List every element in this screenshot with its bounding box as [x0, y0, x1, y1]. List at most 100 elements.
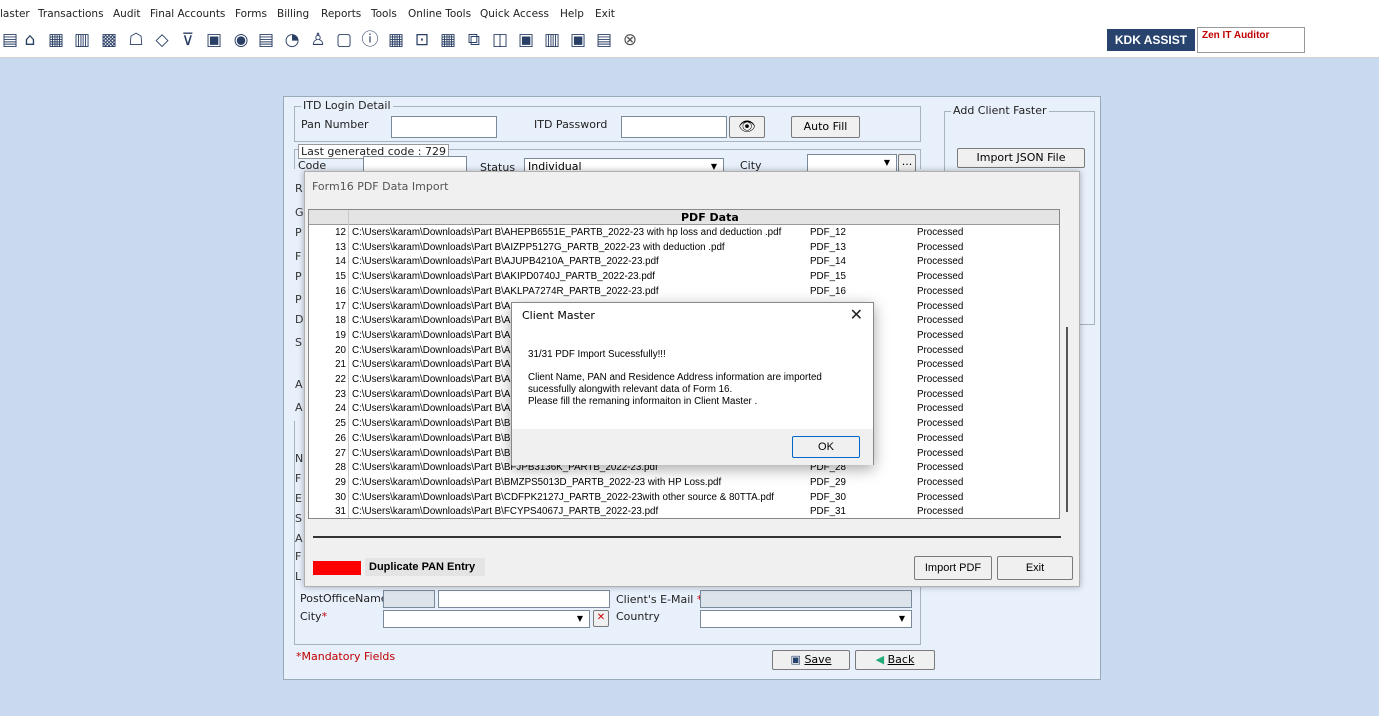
import-json-button[interactable]: Import JSON File	[957, 148, 1085, 168]
kdk-assist-button[interactable]: KDK ASSIST	[1107, 29, 1195, 51]
row-number: 14	[335, 256, 346, 268]
menu-billing[interactable]: Billing	[277, 8, 309, 20]
menu-forms[interactable]: Forms	[235, 8, 267, 20]
code-input[interactable]	[363, 156, 467, 172]
table-icon[interactable]: ▦	[386, 29, 406, 51]
status-cell: Processed	[917, 476, 964, 488]
file-path-cell: C:\Users\karam\Downloads\Part B\AIZPP512…	[352, 241, 725, 253]
export-icon[interactable]: ⊡	[412, 29, 432, 51]
edge-label: P	[295, 226, 302, 239]
copy-icon[interactable]: ⧉	[464, 29, 484, 51]
close-icon[interactable]: ⊗	[620, 29, 640, 51]
blank-icon[interactable]: ▢	[334, 29, 354, 51]
info-icon[interactable]: ⓘ	[360, 29, 380, 51]
form16-title: Form16 PDF Data Import	[312, 180, 449, 193]
doc-icon[interactable]: ▤	[0, 29, 20, 51]
table-row[interactable]: 29 C:\Users\karam\Downloads\Part B\BMZPS5…	[309, 476, 1059, 491]
edge-label: F	[295, 550, 302, 563]
chart-icon[interactable]: ▥	[72, 29, 92, 51]
menu-master[interactable]: laster	[0, 8, 30, 20]
save-button[interactable]: ▣ Save	[772, 650, 850, 670]
grid-icon[interactable]: ▦	[46, 29, 66, 51]
vertical-scrollbar[interactable]	[1066, 327, 1068, 512]
horizontal-scrollbar[interactable]	[313, 536, 1061, 538]
home-icon[interactable]: ⌂	[20, 29, 40, 51]
row-number: 26	[335, 432, 346, 444]
report-icon[interactable]: ▤	[594, 29, 614, 51]
table-row[interactable]: 16 C:\Users\karam\Downloads\Part B\AKLPA7…	[309, 285, 1059, 300]
row-number: 31	[335, 506, 346, 518]
menu-transactions[interactable]: Transactions	[38, 8, 104, 20]
scd-icon[interactable]: ▣	[568, 29, 588, 51]
country-select[interactable]: ▼	[700, 610, 912, 628]
menu-tools[interactable]: Tools	[371, 8, 397, 20]
row-number: 21	[335, 359, 346, 371]
zen-it-auditor-label[interactable]: Zen IT Auditor	[1197, 27, 1305, 53]
clone-icon[interactable]: ◫	[490, 29, 510, 51]
row-number: 24	[335, 403, 346, 415]
file-path-cell: C:\Users\karam\Downloads\Part B\AHEPB655…	[352, 227, 782, 238]
menu-quick-access[interactable]: Quick Access	[480, 8, 549, 20]
add-client-legend: Add Client Faster	[951, 104, 1049, 117]
table-row[interactable]: 14 C:\Users\karam\Downloads\Part B\AJUPB4…	[309, 255, 1059, 270]
tag-icon[interactable]: ◇	[152, 29, 172, 51]
city-more-button[interactable]: ...	[898, 154, 916, 172]
row-number: 20	[335, 344, 346, 356]
pan-number-input[interactable]	[391, 116, 497, 138]
row-number: 12	[335, 227, 346, 238]
chevron-down-icon: ▼	[898, 614, 906, 623]
filter-icon[interactable]: ⊽	[178, 29, 198, 51]
eye-icon[interactable]: 👁	[729, 116, 765, 138]
ok-button[interactable]: OK	[792, 436, 860, 458]
menu-online-tools[interactable]: Online Tools	[408, 8, 471, 20]
clear-city-icon[interactable]: ✕	[593, 610, 609, 627]
pay-icon[interactable]: ♙	[308, 29, 328, 51]
pdf-data-column-header[interactable]: PDF Data	[681, 211, 739, 224]
close-icon[interactable]: ✕	[850, 305, 863, 324]
table-row[interactable]: 15 C:\Users\karam\Downloads\Part B\AKIPD0…	[309, 270, 1059, 285]
bs-icon[interactable]: ▣	[516, 29, 536, 51]
import-pdf-button[interactable]: Import PDF	[914, 556, 992, 580]
post-office-code-input[interactable]	[383, 590, 435, 608]
tax-icon[interactable]: ▣	[204, 29, 224, 51]
menu-exit[interactable]: Exit	[595, 8, 615, 20]
menu-help[interactable]: Help	[560, 8, 584, 20]
back-button[interactable]: ◀ Back	[855, 650, 935, 670]
code-cell: PDF_31	[810, 506, 846, 518]
table-row[interactable]: 30 C:\Users\karam\Downloads\Part B\CDFPK2…	[309, 491, 1059, 506]
ledger-icon[interactable]: ▥	[542, 29, 562, 51]
city2-label: City*	[300, 610, 328, 623]
calculator-icon[interactable]: ▤	[256, 29, 276, 51]
city2-select[interactable]: ▼	[383, 610, 590, 628]
file-path-cell: C:\Users\karam\Downloads\Part B\FCYPS406…	[352, 506, 659, 518]
status-cell: Processed	[917, 315, 964, 327]
row-number: 28	[335, 462, 346, 474]
calendar-icon[interactable]: ▦	[438, 29, 458, 51]
edge-label: A	[295, 378, 303, 391]
row-number: 15	[335, 271, 346, 283]
auto-fill-button[interactable]: Auto Fill	[791, 116, 860, 138]
duplicate-pan-label: Duplicate PAN Entry	[365, 558, 485, 576]
exit-button[interactable]: Exit	[997, 556, 1073, 580]
status-cell: Processed	[917, 447, 964, 459]
client-email-input[interactable]	[700, 590, 912, 608]
code-cell: PDF_16	[810, 285, 846, 297]
menu-audit[interactable]: Audit	[113, 8, 141, 20]
itd-password-input[interactable]	[621, 116, 727, 138]
menu-reports[interactable]: Reports	[321, 8, 361, 20]
row-number: 29	[335, 476, 346, 488]
status-cell: Processed	[917, 359, 964, 371]
pie-icon[interactable]: ◔	[282, 29, 302, 51]
table-row[interactable]: 12 C:\Users\karam\Downloads\Part B\AHEPB6…	[309, 226, 1059, 241]
post-office-name-input[interactable]	[438, 590, 610, 608]
table-row[interactable]: 13 C:\Users\karam\Downloads\Part B\AIZPP5…	[309, 241, 1059, 256]
building-icon[interactable]: ▩	[99, 29, 119, 51]
menu-bar: laster Transactions Audit Final Accounts…	[0, 0, 1379, 26]
city-select[interactable]: ▼	[807, 154, 897, 172]
edge-label: P	[295, 270, 302, 283]
refresh-icon[interactable]: ◉	[231, 29, 251, 51]
edge-label: P	[295, 293, 302, 306]
menu-final-accounts[interactable]: Final Accounts	[150, 8, 225, 20]
group-icon[interactable]: ☖	[126, 29, 146, 51]
table-row[interactable]: 31 C:\Users\karam\Downloads\Part B\FCYPS4…	[309, 505, 1059, 518]
